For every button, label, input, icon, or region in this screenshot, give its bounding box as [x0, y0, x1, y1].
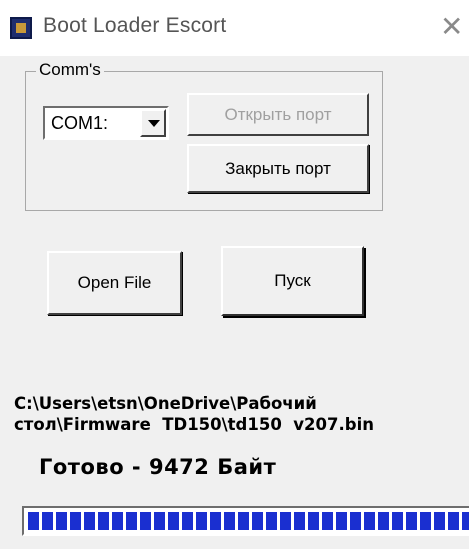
open-file-button[interactable]: Open File [47, 251, 182, 315]
title-bar: Boot Loader Escort ✕ [0, 0, 469, 56]
window-title: Boot Loader Escort [43, 14, 227, 37]
progress-bar [22, 506, 469, 536]
app-icon [10, 17, 32, 39]
port-select-dropdown-button[interactable] [140, 109, 166, 137]
start-button[interactable]: Пуск [221, 246, 364, 316]
comms-legend: Comm's [36, 60, 104, 80]
progress-fill [28, 512, 469, 530]
close-port-button[interactable]: Закрыть порт [187, 144, 369, 193]
close-icon[interactable]: ✕ [440, 13, 463, 41]
open-port-button[interactable]: Открыть порт [187, 93, 369, 136]
file-path-label: C:\Users\etsn\OneDrive\Рабочий стол\Firm… [14, 394, 374, 434]
port-select-value: COM1: [51, 113, 109, 133]
port-select[interactable]: COM1: [43, 106, 169, 140]
chevron-down-icon [148, 120, 160, 127]
status-label: Готово - 9472 Байт [39, 455, 277, 479]
